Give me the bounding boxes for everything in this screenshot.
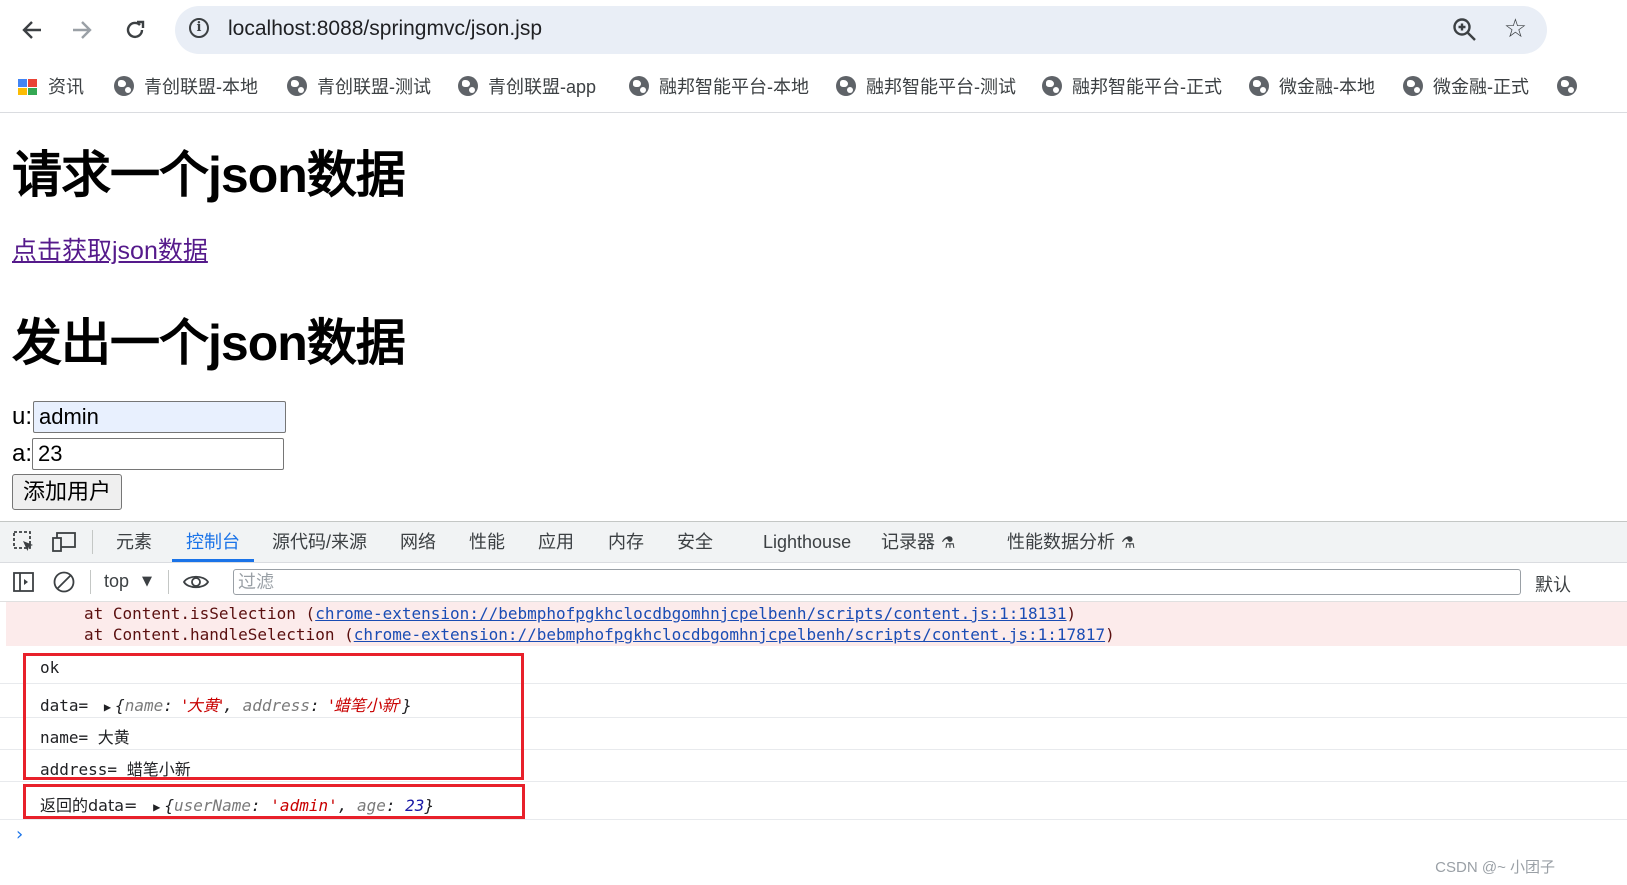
- tab-network[interactable]: 网络: [400, 522, 436, 562]
- age-input[interactable]: 23: [32, 438, 284, 470]
- log-levels-dropdown[interactable]: 默认: [1535, 571, 1571, 597]
- tab-security[interactable]: 安全: [677, 522, 713, 562]
- highlight-box: [23, 653, 524, 780]
- get-json-link[interactable]: 点击获取json数据: [12, 231, 208, 267]
- bookmark-label: 微金融-正式: [1433, 77, 1529, 97]
- watermark: CSDN @~ 小团子: [1435, 859, 1555, 876]
- bookmark-item[interactable]: 青创联盟-app: [458, 72, 596, 100]
- tab-lighthouse[interactable]: Lighthouse: [763, 522, 851, 562]
- tab-memory[interactable]: 内存: [608, 522, 644, 562]
- add-user-button[interactable]: 添加用户: [12, 474, 122, 510]
- stack-frame-link[interactable]: chrome-extension://bebmphofpgkhclocdbgom…: [315, 604, 1066, 623]
- sidebar-toggle-icon[interactable]: [12, 570, 36, 594]
- flask-icon: ⚗: [941, 535, 956, 552]
- globe-icon: [836, 76, 856, 96]
- globe-icon: [1557, 76, 1577, 96]
- console-prompt[interactable]: ›: [14, 824, 25, 845]
- tab-sources[interactable]: 源代码/来源: [272, 522, 367, 562]
- bookmark-item[interactable]: 微金融-本地: [1249, 72, 1375, 100]
- bookmark-item[interactable]: 微金融-正式: [1403, 72, 1529, 100]
- bookmark-item[interactable]: 融邦智能平台-正式: [1042, 72, 1222, 100]
- separator: [90, 570, 91, 594]
- bookmark-item[interactable]: 资讯: [18, 72, 84, 100]
- username-input[interactable]: admin: [33, 401, 286, 433]
- bookmark-overflow[interactable]: [1557, 72, 1587, 100]
- tab-console[interactable]: 控制台: [172, 522, 254, 562]
- error-message: at Content.isSelection (chrome-extension…: [6, 602, 1627, 646]
- url-text[interactable]: localhost:8088/springmvc/json.jsp: [228, 17, 542, 41]
- globe-icon: [114, 76, 134, 96]
- console-output: at Content.isSelection (chrome-extension…: [0, 602, 1627, 885]
- stack-frame-text: at Content.handleSelection (: [84, 625, 354, 644]
- stack-frame-text: ): [1066, 604, 1077, 623]
- dropdown-arrow-icon[interactable]: ▼: [142, 574, 152, 589]
- address-bar[interactable]: i localhost:8088/springmvc/json.jsp ☆: [175, 6, 1547, 54]
- separator: [92, 530, 93, 554]
- tab-application[interactable]: 应用: [538, 522, 574, 562]
- globe-icon: [1249, 76, 1269, 96]
- devtools-tabbar: 元素 控制台 源代码/来源 网络 性能 应用 内存 安全 Lighthouse …: [0, 522, 1627, 563]
- context-selector[interactable]: top: [104, 571, 129, 592]
- globe-icon: [1403, 76, 1423, 96]
- inspect-element-icon[interactable]: [12, 530, 36, 554]
- globe-icon: [287, 76, 307, 96]
- tab-performance-insights-label: 性能数据分析: [1007, 532, 1115, 552]
- tab-performance[interactable]: 性能: [469, 522, 505, 562]
- page-content: 请求一个json数据 点击获取json数据 发出一个json数据 u: admi…: [0, 113, 1627, 521]
- site-info-icon[interactable]: i: [189, 18, 209, 38]
- globe-icon: [1042, 76, 1062, 96]
- stack-frame-link[interactable]: chrome-extension://bebmphofpgkhclocdbgom…: [354, 625, 1105, 644]
- console-filter-input[interactable]: 过滤: [233, 569, 1521, 595]
- bookmark-star-icon[interactable]: ☆: [1504, 15, 1527, 43]
- news-icon: [18, 77, 38, 95]
- tab-recorder[interactable]: 记录器 ⚗: [881, 522, 955, 562]
- bookmark-label: 融邦智能平台-正式: [1072, 77, 1222, 97]
- bookmark-item[interactable]: 融邦智能平台-测试: [836, 72, 1016, 100]
- bookmark-label: 青创联盟-app: [488, 77, 597, 97]
- highlight-box: [23, 784, 525, 819]
- bookmark-label: 青创联盟-测试: [317, 77, 431, 97]
- bookmark-label: 融邦智能平台-本地: [659, 77, 809, 97]
- heading-request-json: 请求一个json数据: [12, 147, 406, 203]
- tab-recorder-label: 记录器: [881, 532, 935, 552]
- separator: [168, 570, 169, 594]
- browser-toolbar: i localhost:8088/springmvc/json.jsp ☆: [0, 0, 1627, 62]
- devtools-panel: 元素 控制台 源代码/来源 网络 性能 应用 内存 安全 Lighthouse …: [0, 521, 1627, 885]
- stack-frame: at Content.isSelection (chrome-extension…: [84, 604, 1076, 623]
- stack-frame: at Content.handleSelection (chrome-exten…: [84, 625, 1115, 644]
- reload-icon[interactable]: [117, 12, 153, 48]
- bookmark-label: 资讯: [48, 77, 84, 97]
- device-toolbar-icon[interactable]: [52, 530, 76, 554]
- globe-icon: [629, 76, 649, 96]
- globe-icon: [458, 76, 478, 96]
- bookmark-item[interactable]: 青创联盟-本地: [114, 72, 258, 100]
- heading-send-json: 发出一个json数据: [12, 315, 406, 371]
- tab-performance-insights[interactable]: 性能数据分析 ⚗: [1007, 522, 1135, 562]
- bookmarks-bar: 资讯 青创联盟-本地 青创联盟-测试 青创联盟-app 融邦智能平台-本地 融邦…: [0, 62, 1627, 113]
- label-a: a:: [12, 440, 33, 467]
- stack-frame-text: at Content.isSelection (: [84, 604, 316, 623]
- zoom-icon[interactable]: [1451, 16, 1479, 44]
- console-toolbar: top ▼ 过滤 默认: [0, 563, 1627, 602]
- eye-icon[interactable]: [182, 570, 210, 594]
- clear-console-icon[interactable]: [52, 570, 76, 594]
- tab-elements[interactable]: 元素: [116, 522, 152, 562]
- bookmark-label: 微金融-本地: [1279, 77, 1375, 97]
- flask-icon: ⚗: [1121, 535, 1136, 552]
- bookmark-item[interactable]: 融邦智能平台-本地: [629, 72, 809, 100]
- bookmark-label: 融邦智能平台-测试: [866, 77, 1016, 97]
- bookmark-label: 青创联盟-本地: [144, 77, 258, 97]
- bookmark-item[interactable]: 青创联盟-测试: [287, 72, 431, 100]
- forward-arrow-icon[interactable]: [64, 12, 100, 48]
- label-u: u:: [12, 403, 33, 430]
- stack-frame-text: ): [1105, 625, 1115, 644]
- back-arrow-icon[interactable]: [14, 12, 50, 48]
